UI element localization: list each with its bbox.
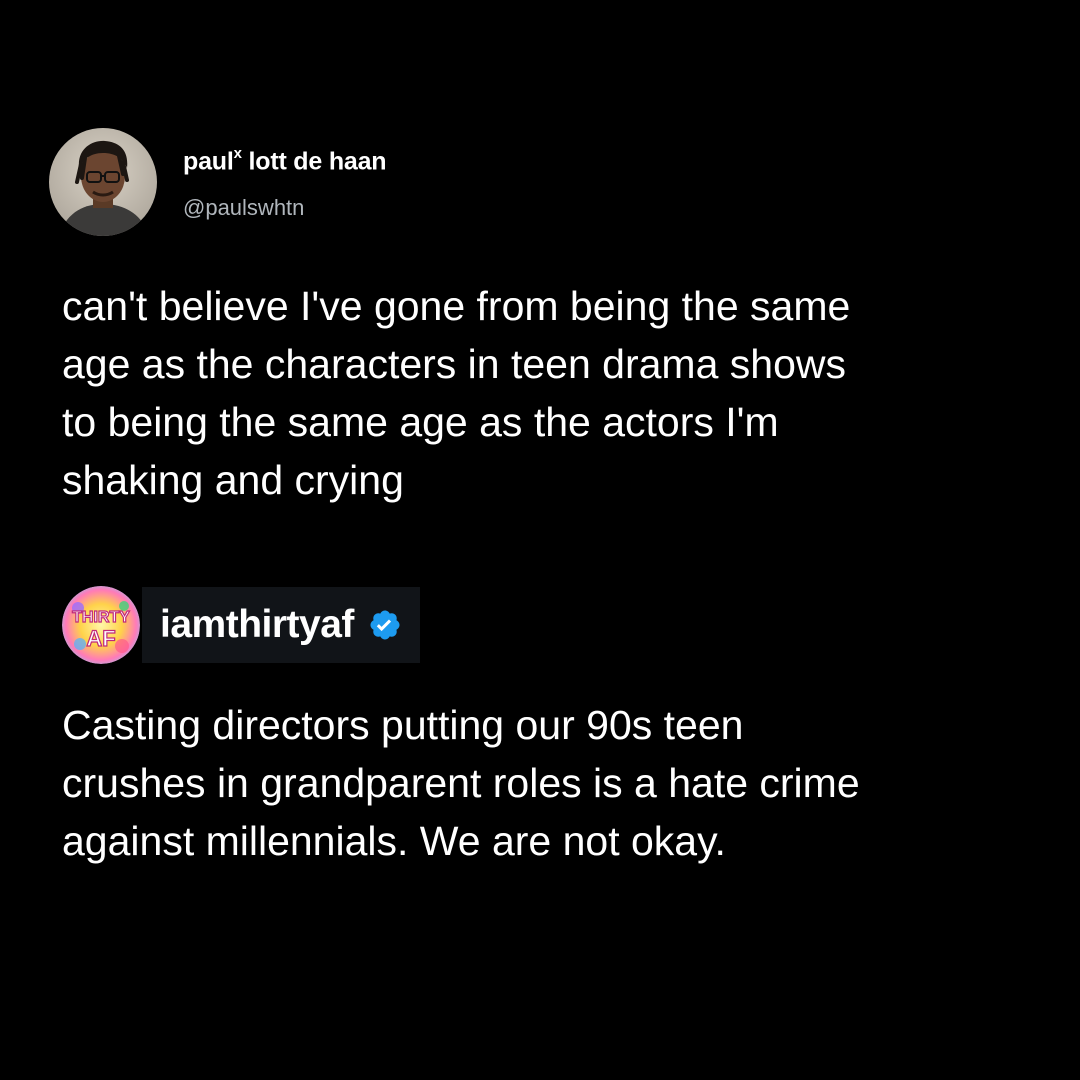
account-row: THIRTY AF iamthirtyaf bbox=[62, 586, 420, 664]
tweet-header: paulx lott de haan @paulswhtn bbox=[49, 128, 387, 236]
avatar[interactable] bbox=[49, 128, 157, 236]
author-name-first: paul bbox=[183, 147, 234, 176]
tweet-text-line: shaking and crying bbox=[62, 457, 404, 503]
verified-badge-icon bbox=[368, 608, 402, 642]
post-text-line: against millennials. We are not okay. bbox=[62, 818, 726, 864]
account-tag[interactable]: iamthirtyaf bbox=[142, 587, 420, 663]
author-handle[interactable]: @paulswhtn bbox=[183, 195, 386, 221]
post-text: Casting directors putting our 90s teen c… bbox=[62, 696, 1052, 870]
author-block: paulx lott de haan @paulswhtn bbox=[183, 141, 387, 221]
tweet-text-line: can't believe I've gone from being the s… bbox=[62, 283, 851, 329]
post-text-line: Casting directors putting our 90s teen bbox=[62, 702, 744, 748]
tweet-text-line: age as the characters in teen drama show… bbox=[62, 341, 846, 387]
account-avatar[interactable]: THIRTY AF bbox=[62, 586, 140, 664]
avatar-portrait-image bbox=[49, 128, 157, 236]
post-text-line: crushes in grandparent roles is a hate c… bbox=[62, 760, 860, 806]
author-name[interactable]: paulx lott de haan bbox=[183, 141, 387, 176]
account-name[interactable]: iamthirtyaf bbox=[160, 603, 354, 647]
tweet-text: can't believe I've gone from being the s… bbox=[62, 277, 1052, 509]
logo-text-bottom: AF bbox=[86, 626, 115, 651]
tweet-text-line: to being the same age as the actors I'm bbox=[62, 399, 779, 445]
logo-text-top: THIRTY bbox=[72, 609, 130, 626]
author-name-superscript: x bbox=[233, 145, 242, 163]
author-name-rest: lott de haan bbox=[241, 147, 387, 176]
thirty-af-logo: THIRTY AF bbox=[62, 586, 140, 664]
